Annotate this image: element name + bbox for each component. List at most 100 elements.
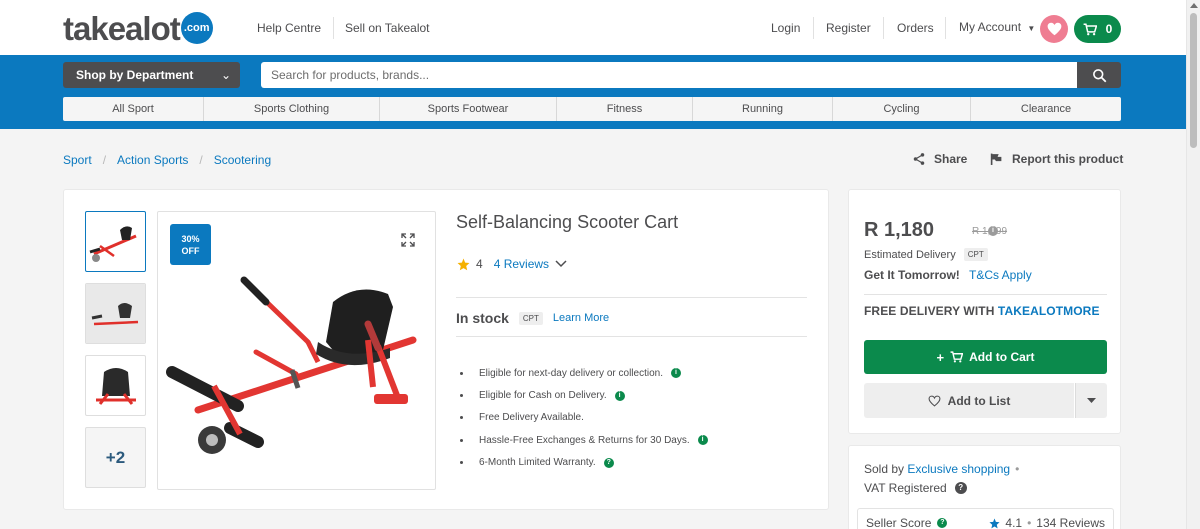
search-input[interactable] xyxy=(261,62,1077,88)
breadcrumb-action-sports[interactable]: Action Sports xyxy=(117,153,188,167)
estimated-delivery: Estimated Delivery CPT xyxy=(864,248,988,261)
thumbnail-2[interactable] xyxy=(85,283,146,344)
seller-link[interactable]: Exclusive shopping xyxy=(907,462,1010,476)
thumbnail-1[interactable] xyxy=(85,211,146,272)
benefit-text: 6-Month Limited Warranty. xyxy=(479,457,596,469)
breadcrumb-separator: / xyxy=(199,153,203,167)
tcs-link[interactable]: T&Cs Apply xyxy=(969,268,1032,282)
category-sports-footwear[interactable]: Sports Footwear xyxy=(380,97,557,121)
list-dropdown-button[interactable] xyxy=(1075,383,1107,418)
benefit-text: Eligible for next-day delivery or collec… xyxy=(479,367,663,379)
logo-badge: .com xyxy=(180,11,213,44)
learn-more-link[interactable]: Learn More xyxy=(553,312,609,324)
department-label: Shop by Department xyxy=(76,68,194,82)
divider xyxy=(813,17,814,39)
purchase-card: R 1,180 R 1,699 i Estimated Delivery CPT… xyxy=(848,189,1121,434)
product-card: +2 30% OFF Self-Balancing Scooter Cart 4… xyxy=(63,189,829,510)
cart-count: 0 xyxy=(1105,22,1113,36)
vat-label: VAT Registered xyxy=(864,481,947,495)
seller-score[interactable]: Seller Score ? 4.1 • 134 Reviews xyxy=(857,508,1114,529)
scooter-cart-image xyxy=(166,276,417,454)
bullet-dot xyxy=(460,371,463,375)
takealotmore-text: TAKEALOTMORE xyxy=(997,304,1100,318)
get-it-tomorrow: Get It Tomorrow! xyxy=(864,268,960,282)
add-to-cart-button[interactable]: + Add to Cart xyxy=(864,340,1107,374)
help-icon[interactable]: ? xyxy=(937,518,948,528)
dot-separator: • xyxy=(1015,462,1020,476)
category-clearance[interactable]: Clearance xyxy=(971,97,1121,121)
wishlist-button[interactable] xyxy=(1040,15,1068,43)
logo-text: takealot xyxy=(63,10,181,47)
benefit-text: Free Delivery Available. xyxy=(479,412,584,424)
main-product-image[interactable]: 30% OFF xyxy=(157,211,436,490)
divider xyxy=(333,17,334,39)
share-label: Share xyxy=(934,152,968,166)
search-button[interactable] xyxy=(1077,62,1121,88)
heart-icon xyxy=(1047,22,1061,36)
share-button[interactable]: Share xyxy=(912,152,967,166)
page-scrollbar[interactable] xyxy=(1186,0,1200,529)
share-icon xyxy=(913,153,925,165)
scooter-thumbnail-image xyxy=(89,226,137,262)
sold-by-label: Sold by xyxy=(864,462,908,476)
login-link[interactable]: Login xyxy=(771,21,800,35)
warehouse-tag: CPT xyxy=(518,311,543,325)
breadcrumb-scootering[interactable]: Scootering xyxy=(214,153,271,167)
bullet-dot xyxy=(460,416,463,420)
caret-down-icon: ▼ xyxy=(1027,24,1036,33)
add-to-list-button[interactable]: Add to List xyxy=(864,383,1074,418)
report-product-button[interactable]: Report this product xyxy=(990,152,1123,166)
help-centre-link[interactable]: Help Centre xyxy=(257,21,321,35)
category-running[interactable]: Running xyxy=(693,97,833,121)
estimated-delivery-label: Estimated Delivery xyxy=(864,248,956,261)
info-icon[interactable]: i xyxy=(697,435,708,446)
sell-on-takealot-link[interactable]: Sell on Takealot xyxy=(345,21,430,35)
sold-by: Sold by Exclusive shopping • xyxy=(864,462,1019,476)
product-benefits-list: Eligible for next-day delivery or collec… xyxy=(460,362,708,474)
register-link[interactable]: Register xyxy=(826,21,871,35)
seller-score-number: 4.1 xyxy=(1005,516,1023,529)
info-icon[interactable]: ? xyxy=(603,457,614,468)
divider xyxy=(945,17,946,39)
divider xyxy=(883,17,884,39)
chevron-down-icon[interactable] xyxy=(555,260,567,268)
seller-reviews: 134 Reviews xyxy=(1036,516,1105,529)
stock-status: In stock CPT Learn More xyxy=(456,310,609,326)
delivery-tag: CPT xyxy=(963,248,988,261)
in-stock-label: In stock xyxy=(456,310,509,326)
category-all-sport[interactable]: All Sport xyxy=(63,97,204,121)
price-info-icon[interactable]: i xyxy=(988,226,998,236)
reviews-link[interactable]: 4 Reviews xyxy=(494,257,549,271)
more-images-thumbnail[interactable]: +2 xyxy=(85,427,146,488)
cart-icon xyxy=(950,351,964,363)
bullet-dot xyxy=(460,394,463,398)
my-account-menu[interactable]: My Account ▼ xyxy=(959,20,1035,34)
breadcrumb-separator: / xyxy=(102,153,107,167)
plus-icon: + xyxy=(936,349,945,365)
list-item: Eligible for next-day delivery or collec… xyxy=(460,362,708,384)
help-icon[interactable]: ? xyxy=(954,482,967,494)
orders-link[interactable]: Orders xyxy=(897,21,934,35)
cart-button[interactable]: 0 xyxy=(1074,15,1121,43)
seller-card: Sold by Exclusive shopping • VAT Register… xyxy=(848,445,1121,529)
category-cycling[interactable]: Cycling xyxy=(833,97,971,121)
thumbnail-3[interactable] xyxy=(85,355,146,416)
breadcrumb-sport[interactable]: Sport xyxy=(63,153,92,167)
info-icon[interactable]: i xyxy=(670,368,681,379)
scroll-up-arrow[interactable] xyxy=(1190,3,1198,8)
shop-by-department-button[interactable]: Shop by Department ⌄ xyxy=(63,62,240,88)
divider xyxy=(456,336,807,337)
category-fitness[interactable]: Fitness xyxy=(557,97,693,121)
seller-score-label: Seller Score xyxy=(866,516,932,529)
vat-registered: VAT Registered ? xyxy=(864,481,967,495)
divider xyxy=(864,294,1107,295)
info-icon[interactable]: i xyxy=(614,390,625,401)
takealot-logo[interactable]: takealot .com xyxy=(63,10,213,47)
scooter-thumbnail-image xyxy=(96,368,136,405)
category-sports-clothing[interactable]: Sports Clothing xyxy=(204,97,380,121)
bullet-dot xyxy=(460,461,463,465)
free-delivery-banner[interactable]: FREE DELIVERY WITH TAKEALOTMORE xyxy=(864,304,1100,318)
list-item: Eligible for Cash on Delivery. i xyxy=(460,384,708,406)
divider xyxy=(456,297,807,298)
scroll-thumb[interactable] xyxy=(1190,13,1197,148)
